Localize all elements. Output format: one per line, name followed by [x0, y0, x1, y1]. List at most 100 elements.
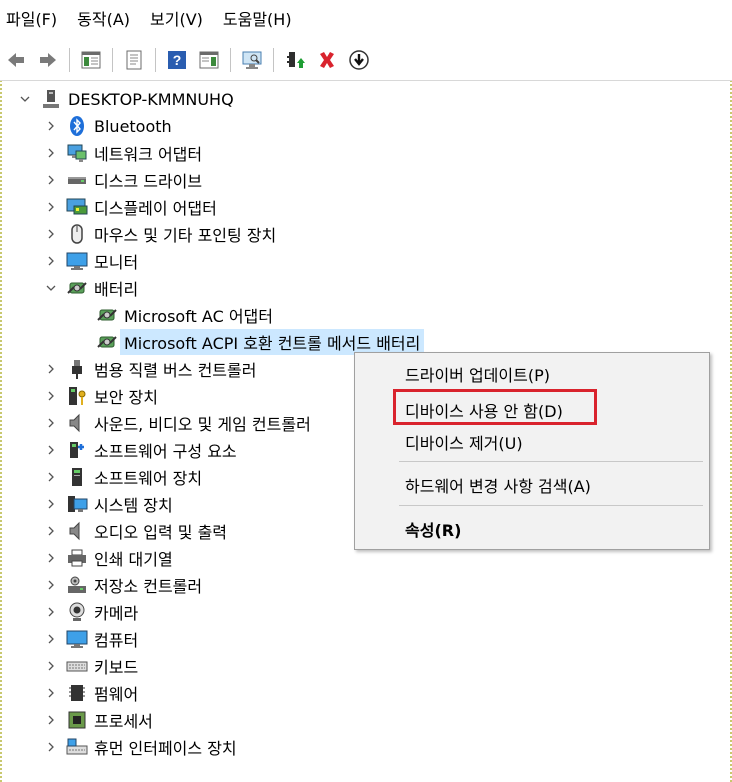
scan-hardware-changes-button[interactable] [239, 47, 265, 73]
uninstall-device-button[interactable] [314, 47, 340, 73]
chevron-right-icon[interactable] [44, 416, 58, 430]
tree-item-cameras[interactable]: 카메라 [44, 599, 138, 625]
tree-item-display-adapters[interactable]: 디스플레이 어댑터 [44, 194, 217, 220]
menu-view[interactable]: 보기(V) [142, 0, 215, 40]
chevron-right-icon[interactable] [44, 173, 58, 187]
tree-item-monitors[interactable]: 모니터 [44, 248, 138, 274]
tree-item-label: 휴먼 인터페이스 장치 [94, 739, 237, 758]
chevron-right-icon[interactable] [44, 551, 58, 565]
tree-item-processors[interactable]: 프로세서 [44, 707, 153, 733]
properties-icon [126, 50, 142, 70]
tree-item-usb-controllers[interactable]: 범용 직렬 버스 컨트롤러 [44, 356, 256, 382]
tree-item-hid[interactable]: 휴먼 인터페이스 장치 [44, 734, 237, 760]
tree-item-batteries[interactable]: 배터리 [44, 275, 138, 301]
tree-item-audio-io[interactable]: 오디오 입력 및 출력 [44, 518, 227, 544]
toolbar-separator [155, 48, 156, 72]
back-button[interactable] [3, 47, 29, 73]
menu-bar: 파일(F) 동작(A) 보기(V) 도움말(H) [0, 0, 732, 40]
help-button[interactable]: ? [164, 47, 190, 73]
tree-item-label: 소프트웨어 구성 요소 [94, 442, 237, 461]
chevron-down-icon[interactable] [18, 92, 32, 106]
tree-item-ms-ac-adapter[interactable]: Microsoft AC 어댑터 [96, 302, 273, 328]
chevron-right-icon[interactable] [44, 632, 58, 646]
ctx-scan-hardware[interactable]: 하드웨어 변경 사항 검색(A) [405, 473, 591, 497]
menu-file[interactable]: 파일(F) [0, 0, 69, 40]
tree-item-label: 컴퓨터 [94, 631, 139, 650]
software-component-icon [66, 439, 88, 461]
chevron-right-icon[interactable] [44, 227, 58, 241]
tree-item-keyboards[interactable]: 키보드 [44, 653, 138, 679]
forward-arrow-icon [40, 53, 56, 67]
toolbar-separator [273, 48, 274, 72]
storage-controller-icon [66, 574, 88, 596]
toolbar-separator [69, 48, 70, 72]
battery-icon [96, 331, 118, 353]
tree-item-label: 카메라 [94, 604, 139, 623]
chevron-right-icon[interactable] [44, 443, 58, 457]
tree-item-system-devices[interactable]: 시스템 장치 [44, 491, 173, 517]
tree-item-label: 인쇄 대기열 [94, 550, 173, 569]
tree-item-label: Microsoft AC 어댑터 [124, 307, 273, 326]
ctx-uninstall-device[interactable]: 디바이스 제거(U) [405, 430, 523, 454]
tree-item-software-devices[interactable]: 소프트웨어 장치 [44, 464, 202, 490]
tree-root[interactable]: DESKTOP-KMMNUHQ [18, 86, 234, 112]
menu-action[interactable]: 동작(A) [69, 0, 142, 40]
tree-item-label: 사운드, 비디오 및 게임 컨트롤러 [94, 415, 311, 434]
chevron-right-icon[interactable] [44, 119, 58, 133]
bluetooth-icon [66, 115, 88, 137]
firmware-chip-icon [66, 682, 88, 704]
properties-button[interactable] [121, 47, 147, 73]
chevron-right-icon[interactable] [44, 389, 58, 403]
tree-item-disk-drives[interactable]: 디스크 드라이브 [44, 167, 202, 193]
display-adapter-icon [66, 196, 88, 218]
show-hide-action-pane-button[interactable] [196, 47, 222, 73]
tree-item-label: 펌웨어 [94, 685, 139, 704]
chevron-right-icon[interactable] [44, 362, 58, 376]
chevron-right-icon[interactable] [44, 254, 58, 268]
chevron-right-icon[interactable] [44, 740, 58, 754]
chevron-right-icon[interactable] [44, 578, 58, 592]
tree-item-label: 프로세서 [94, 712, 153, 731]
toolbar-separator [112, 48, 113, 72]
battery-icon [96, 304, 118, 326]
show-hide-console-tree-button[interactable] [78, 47, 104, 73]
ctx-separator [399, 461, 703, 462]
tree-item-firmware[interactable]: 펌웨어 [44, 680, 138, 706]
tree-item-label: 배터리 [94, 280, 139, 299]
chevron-right-icon[interactable] [44, 686, 58, 700]
menu-help[interactable]: 도움말(H) [215, 0, 304, 40]
speaker-icon [66, 412, 88, 434]
chevron-right-icon[interactable] [44, 605, 58, 619]
disable-device-button[interactable] [346, 47, 372, 73]
ctx-update-driver[interactable]: 드라이버 업데이트(P) [405, 362, 550, 386]
chevron-right-icon[interactable] [44, 146, 58, 160]
tree-item-label: 저장소 컨트롤러 [94, 577, 203, 596]
chevron-right-icon[interactable] [44, 497, 58, 511]
chevron-right-icon[interactable] [44, 524, 58, 538]
chevron-down-icon[interactable] [44, 281, 58, 295]
system-device-icon [66, 493, 88, 515]
tree-item-security-devices[interactable]: 보안 장치 [44, 383, 158, 409]
chevron-right-icon[interactable] [44, 713, 58, 727]
ctx-properties[interactable]: 속성(R) [405, 517, 461, 541]
tree-item-label: 키보드 [94, 658, 139, 677]
forward-button[interactable] [35, 47, 61, 73]
tree-item-label: 네트워크 어댑터 [94, 145, 203, 164]
computer-icon [66, 628, 88, 650]
tree-item-network-adapters[interactable]: 네트워크 어댑터 [44, 140, 202, 166]
chevron-right-icon[interactable] [44, 659, 58, 673]
tree-item-label: 보안 장치 [94, 388, 158, 407]
tree-item-print-queues[interactable]: 인쇄 대기열 [44, 545, 173, 571]
update-driver-button[interactable] [282, 47, 308, 73]
tree-item-bluetooth[interactable]: Bluetooth [44, 113, 172, 139]
update-driver-icon [287, 52, 305, 68]
tree-item-mice[interactable]: 마우스 및 기타 포인팅 장치 [44, 221, 276, 247]
tree-item-software-components[interactable]: 소프트웨어 구성 요소 [44, 437, 237, 463]
tree-item-computer[interactable]: 컴퓨터 [44, 626, 138, 652]
tree-item-label: 소프트웨어 장치 [94, 469, 203, 488]
tree-item-storage-controllers[interactable]: 저장소 컨트롤러 [44, 572, 202, 598]
chevron-right-icon[interactable] [44, 200, 58, 214]
tree-item-sound-controllers[interactable]: 사운드, 비디오 및 게임 컨트롤러 [44, 410, 311, 436]
chevron-right-icon[interactable] [44, 470, 58, 484]
console-tree-icon [81, 51, 101, 69]
